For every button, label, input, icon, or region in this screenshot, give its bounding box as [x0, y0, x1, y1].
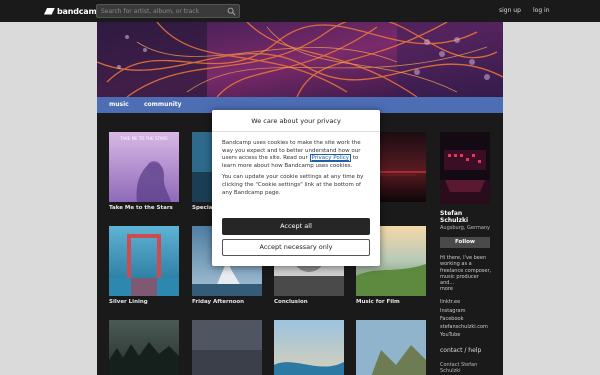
album-cover[interactable]	[109, 320, 179, 375]
album-title[interactable]: Silver Lining	[109, 299, 179, 305]
album-cover[interactable]	[274, 320, 344, 375]
artist-link[interactable]: Instagram	[440, 307, 492, 315]
artist-links: linktr.ee Instagram Facebook stefanschul…	[440, 298, 492, 339]
dialog-paragraph: You can update your cookie settings at a…	[222, 174, 364, 196]
accept-all-button[interactable]: Accept all	[222, 218, 370, 235]
album-cover[interactable]	[109, 226, 179, 296]
album-tile[interactable]: TAKE ME TO THE STARS Take Me to the Star…	[109, 132, 179, 211]
artist-bio: Hi there, I've been working as a freelan…	[440, 255, 492, 287]
artist-link[interactable]: linktr.ee	[440, 298, 492, 306]
contact-artist-link[interactable]: Contact Stefan Schulzki	[440, 362, 492, 374]
artist-location: Augsburg, Germany	[440, 225, 491, 231]
album-cover[interactable]: TAKE ME TO THE STARS	[109, 132, 179, 202]
accept-necessary-button[interactable]: Accept necessary only	[222, 239, 370, 256]
artist-link[interactable]: stefanschulzki.com	[440, 323, 492, 331]
search-box[interactable]	[96, 4, 240, 18]
album-title[interactable]: Conclusion	[274, 299, 344, 305]
album-title[interactable]: Music for Film	[356, 299, 426, 305]
album-tile[interactable]	[356, 320, 426, 375]
bio-more-link[interactable]: more	[440, 286, 492, 292]
album-title[interactable]: Friday Afternoon	[192, 299, 262, 305]
artist-link[interactable]: Facebook	[440, 315, 492, 323]
album-cover[interactable]	[356, 320, 426, 375]
privacy-policy-link[interactable]: Privacy Policy	[309, 154, 352, 163]
follow-button[interactable]: Follow	[440, 237, 490, 248]
album-tile[interactable]	[109, 320, 179, 375]
nav-music[interactable]: music	[109, 101, 129, 108]
cookie-consent-dialog: We care about your privacy Bandcamp uses…	[212, 110, 380, 266]
album-tile[interactable]	[274, 320, 344, 375]
sign-up-link[interactable]: sign up	[499, 7, 521, 14]
nav-community[interactable]: community	[144, 101, 182, 108]
album-tile[interactable]	[192, 320, 262, 375]
album-tile[interactable]: Silver Lining	[109, 226, 179, 305]
dialog-title: We care about your privacy	[212, 110, 380, 132]
bandcamp-logo-icon	[44, 7, 55, 15]
search-icon[interactable]	[227, 7, 236, 16]
album-cover[interactable]	[192, 320, 262, 375]
contact-help-link[interactable]: contact / help	[440, 347, 492, 354]
artist-link[interactable]: YouTube	[440, 331, 492, 339]
search-input[interactable]	[97, 5, 223, 17]
bandcamp-logo[interactable]: bandcamp	[44, 5, 102, 17]
dialog-body: Bandcamp uses cookies to make the site w…	[212, 132, 380, 197]
artist-banner	[97, 22, 503, 97]
artist-name: Stefan Schulzki	[440, 210, 469, 224]
top-bar: bandcamp sign up log in	[0, 0, 600, 22]
artist-sidebar: Stefan Schulzki Augsburg, Germany Follow…	[440, 132, 492, 374]
dialog-paragraph: Bandcamp uses cookies to make the site w…	[222, 140, 370, 170]
album-cover-text: TAKE ME TO THE STARS	[119, 136, 168, 141]
album-title[interactable]: Take Me to the Stars	[109, 205, 179, 211]
log-in-link[interactable]: log in	[533, 7, 550, 14]
artist-photo[interactable]	[440, 132, 490, 204]
